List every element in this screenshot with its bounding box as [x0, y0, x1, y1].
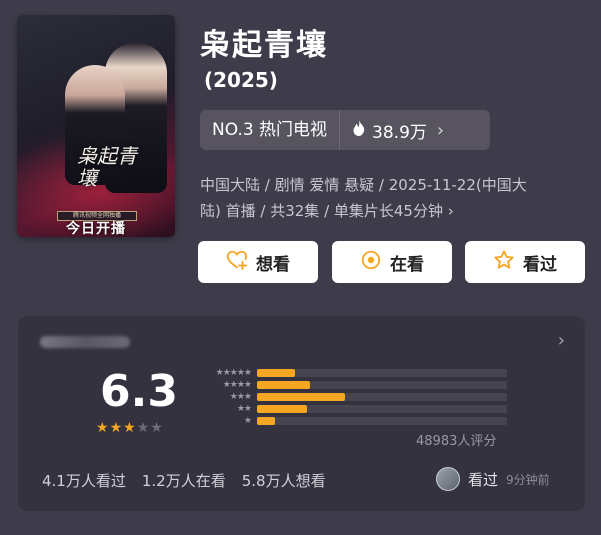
audience-stats: 4.1万人看过 1.2万人在看 5.8万人想看 [42, 470, 326, 491]
distribution-bar [257, 417, 275, 425]
distribution-track [257, 381, 507, 389]
rank-label: NO.3 热门电视 [200, 110, 341, 150]
rating-stars: ★★★★★ [96, 420, 164, 436]
star-filled-icon: ★ [109, 420, 124, 436]
rating-score: 6.3 [100, 366, 178, 417]
distribution-track [257, 369, 507, 377]
meta-line-2: 陆) 首播 / 共32集 / 单集片长45分钟 [200, 202, 443, 220]
recent-time: 9分钟前 [506, 472, 550, 487]
want-to-watch-button[interactable]: 想看 [198, 241, 318, 283]
distribution-stars: ★★ [236, 404, 252, 414]
chevron-right-icon: › [447, 202, 454, 220]
rating-card[interactable]: › 6.3 ★★★★★ ★★★★★ ★★★★ ★★★ ★★ ★ 48983人评分 4.1… [18, 316, 585, 511]
poster-tag: 腾讯视频全网独播 [57, 211, 137, 221]
rating-count: 48983人评分 [416, 434, 497, 449]
watched-count: 4.1万人看过 [42, 472, 126, 490]
distribution-track [257, 417, 507, 425]
poster-banner: 今日开播 [66, 221, 126, 237]
distribution-bar [257, 381, 310, 389]
star-icon [493, 249, 515, 276]
rank-pill[interactable]: NO.3 热门电视 38.9万 › [200, 110, 490, 150]
watched-label: 看过 [523, 254, 557, 275]
distribution-stars: ★★★★ [222, 380, 252, 390]
watched-button[interactable]: 看过 [465, 241, 585, 283]
heat-indicator: 38.9万 › [340, 118, 454, 143]
star-empty-icon: ★ [136, 420, 151, 436]
recent-action: 看过 [468, 470, 499, 489]
star-filled-icon: ★ [123, 420, 137, 436]
heart-plus-icon [226, 249, 248, 276]
watching-button[interactable]: 在看 [332, 241, 452, 283]
distribution-bar [257, 405, 307, 413]
page-title: 枭起青壤 [200, 28, 328, 63]
star-empty-icon: ★ [150, 420, 164, 436]
watching-label: 在看 [390, 254, 424, 275]
distribution-bar [257, 369, 295, 377]
distribution-track [257, 393, 507, 401]
poster-calligraphy: 枭起青壤 [77, 144, 137, 190]
distribution-bar [257, 393, 345, 401]
distribution-stars: ★ [243, 416, 252, 426]
chevron-right-icon[interactable]: › [558, 330, 565, 351]
release-year: (2025) [204, 68, 278, 92]
avatar[interactable] [436, 467, 460, 491]
flame-icon [352, 119, 366, 141]
distribution-track [257, 405, 507, 413]
want-count: 5.8万人想看 [241, 472, 326, 490]
chevron-right-icon: › [436, 119, 445, 141]
distribution-stars: ★★★ [229, 392, 252, 402]
poster-image[interactable]: 枭起青壤 腾讯视频全网独播 今日开播 [17, 15, 175, 237]
star-filled-icon: ★ [96, 420, 110, 436]
want-label: 想看 [256, 254, 290, 275]
distribution-stars: ★★★★★ [215, 368, 252, 378]
meta-info[interactable]: 中国大陆 / 剧情 爱情 悬疑 / 2025-11-22(中国大 陆) 首播 /… [200, 172, 585, 224]
heat-value: 38.9万 [372, 122, 427, 143]
blurred-section-label [40, 336, 130, 348]
recent-activity[interactable]: 看过 9分钟前 [436, 467, 550, 491]
target-icon [360, 249, 382, 276]
meta-line-1: 中国大陆 / 剧情 爱情 悬疑 / 2025-11-22(中国大 [200, 176, 527, 194]
watching-count: 1.2万人在看 [141, 472, 226, 490]
